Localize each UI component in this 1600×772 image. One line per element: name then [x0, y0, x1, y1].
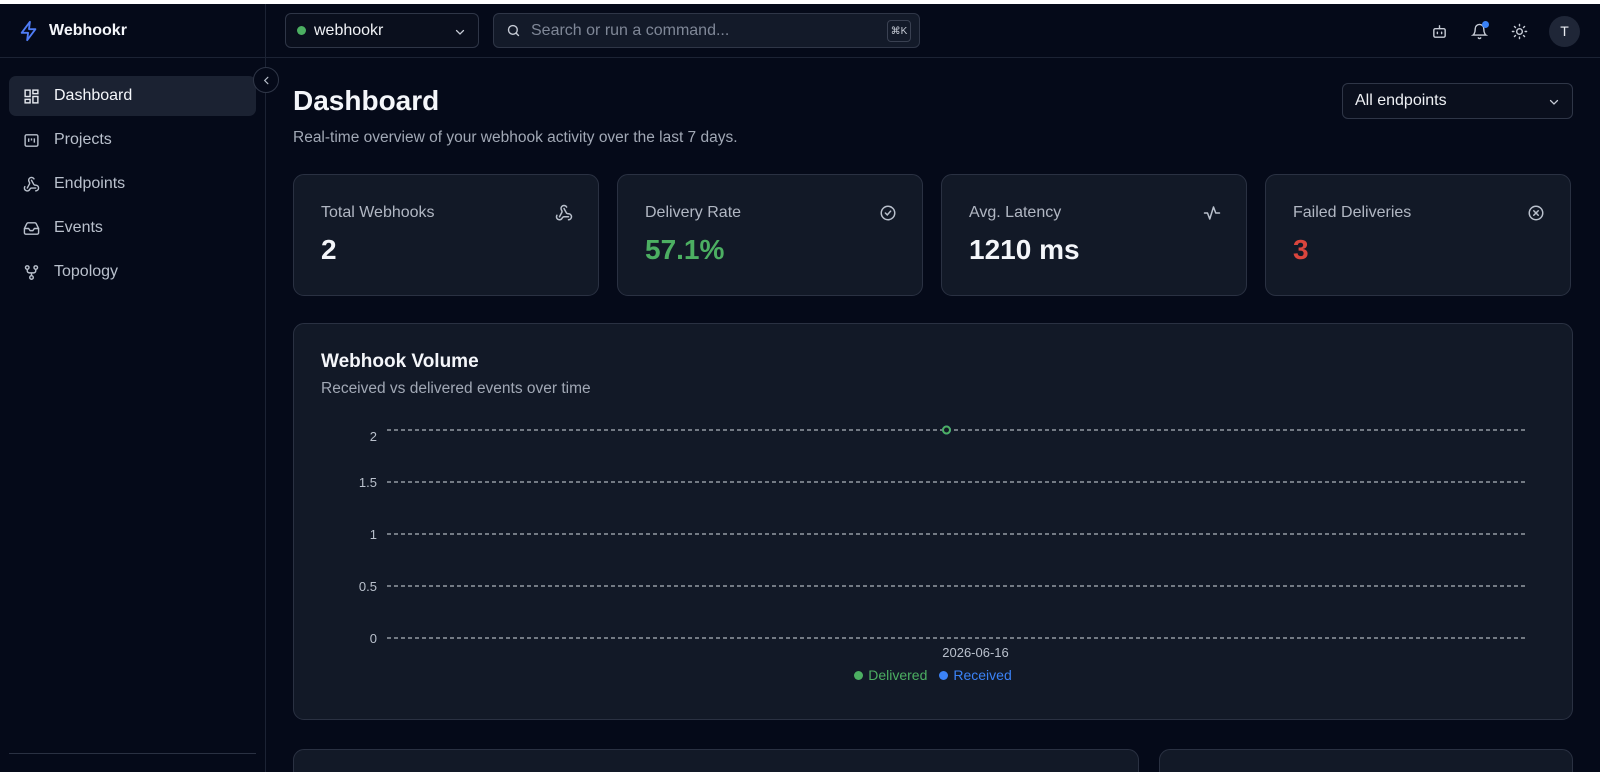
bottom-card-right — [1159, 749, 1573, 772]
x-circle-icon — [1528, 205, 1544, 221]
sidebar-item-label: Events — [54, 219, 103, 236]
stat-label: Delivery Rate — [645, 204, 742, 221]
y-tick-label: 0 — [370, 631, 377, 646]
sidebar-item-projects[interactable]: Projects — [9, 120, 256, 160]
line-chart: 2 1.5 1 0.5 0 2026-06-16 — [359, 425, 1526, 660]
sidebar-divider — [9, 753, 256, 754]
sidebar-item-events[interactable]: Events — [9, 208, 256, 248]
shortcut-badge: ⌘K — [887, 20, 911, 42]
stat-value: 2 — [321, 234, 337, 265]
endpoint-filter-value: All endpoints — [1355, 92, 1447, 109]
stat-card-delivery-rate: Delivery Rate 57.1% — [617, 174, 923, 296]
sidebar: Webhookr Dashboard Projects Endpoints Ev… — [0, 4, 266, 772]
check-circle-icon — [879, 204, 897, 222]
stats-row: Total Webhooks 2 Delivery Rate 57.1% Avg… — [293, 174, 1573, 296]
brand[interactable]: Webhookr — [0, 4, 265, 58]
stat-card-failed-deliveries: Failed Deliveries 3 — [1265, 174, 1571, 296]
avatar[interactable]: T — [1549, 15, 1580, 47]
webhook-icon — [555, 204, 573, 221]
legend-item-received[interactable]: Received — [939, 667, 1012, 683]
theme-toggle-button[interactable] — [1509, 21, 1529, 41]
webhook-volume-chart-card: Webhook Volume Received vs delivered eve… — [293, 323, 1573, 720]
zap-icon — [20, 20, 37, 41]
topbar: webhookr Search or run a command... ⌘K T — [266, 4, 1600, 58]
git-fork-icon — [24, 264, 39, 280]
app-window: Webhookr Dashboard Projects Endpoints Ev… — [0, 4, 1600, 772]
sun-icon — [1511, 23, 1527, 39]
project-name: webhookr — [314, 21, 384, 39]
sidebar-item-label: Projects — [54, 131, 112, 148]
chevron-left-icon — [263, 76, 268, 84]
activity-icon — [1203, 206, 1221, 220]
legend-label: Delivered — [868, 667, 928, 683]
y-tick-label: 0.5 — [359, 579, 377, 594]
sidebar-item-dashboard[interactable]: Dashboard — [9, 76, 256, 116]
sidebar-nav: Dashboard Projects Endpoints Events Topo… — [0, 58, 265, 292]
dashboard-icon — [24, 88, 39, 104]
endpoint-filter-select[interactable]: All endpoints — [1342, 83, 1573, 119]
check-circle-icon — [880, 205, 896, 221]
stat-label: Failed Deliveries — [1293, 204, 1412, 221]
sidebar-item-label: Dashboard — [54, 87, 133, 104]
search-placeholder: Search or run a command... — [531, 21, 730, 39]
sidebar-item-label: Endpoints — [54, 175, 126, 192]
assistant-button[interactable] — [1429, 21, 1449, 41]
legend-item-delivered[interactable]: Delivered — [854, 667, 927, 683]
stat-label: Avg. Latency — [969, 204, 1062, 221]
notification-badge — [1482, 21, 1489, 28]
bot-icon — [1432, 24, 1446, 38]
x-tick-label: 2026-06-16 — [942, 645, 1009, 660]
stat-label: Total Webhooks — [321, 204, 435, 221]
projects-icon — [24, 133, 39, 147]
collapse-sidebar-button[interactable] — [253, 67, 279, 93]
app-name: Webhookr — [49, 21, 127, 39]
data-point — [942, 425, 951, 435]
sidebar-item-label: Topology — [54, 263, 119, 280]
project-select[interactable]: webhookr — [285, 13, 479, 48]
y-tick-label: 2 — [370, 429, 377, 444]
inbox-icon — [23, 221, 40, 235]
main-content: Dashboard Real-time overview of your web… — [266, 59, 1600, 772]
sidebar-item-topology[interactable]: Topology — [9, 252, 256, 292]
legend-swatch — [939, 670, 949, 680]
stat-card-avg-latency: Avg. Latency 1210 ms — [941, 174, 1247, 296]
legend-swatch — [854, 670, 864, 680]
stat-value: 3 — [1293, 234, 1309, 265]
status-dot — [297, 26, 306, 35]
webhook-icon — [23, 176, 40, 192]
stat-value: 57.1% — [645, 234, 725, 265]
chevron-down-icon — [1549, 99, 1559, 105]
y-tick-label: 1 — [370, 527, 377, 542]
chevron-down-icon — [455, 29, 465, 35]
webhook-icon — [555, 204, 573, 222]
page-subtitle: Real-time overview of your webhook activ… — [293, 129, 738, 146]
x-circle-icon — [1527, 204, 1545, 222]
bottom-card-left — [293, 749, 1139, 772]
stat-value: 1210 ms — [969, 234, 1080, 265]
stat-card-total-webhooks: Total Webhooks 2 — [293, 174, 599, 296]
search-icon — [507, 24, 520, 37]
topbar-actions: T — [1429, 15, 1580, 47]
y-tick-label: 1.5 — [359, 475, 377, 490]
legend-label: Received — [953, 667, 1012, 683]
notifications-button[interactable] — [1469, 21, 1489, 41]
chart-legend: Delivered Received — [294, 667, 1572, 683]
activity-icon — [1203, 204, 1221, 222]
page-title: Dashboard — [293, 85, 440, 116]
search-input[interactable]: Search or run a command... ⌘K — [493, 13, 920, 48]
sidebar-item-endpoints[interactable]: Endpoints — [9, 164, 256, 204]
